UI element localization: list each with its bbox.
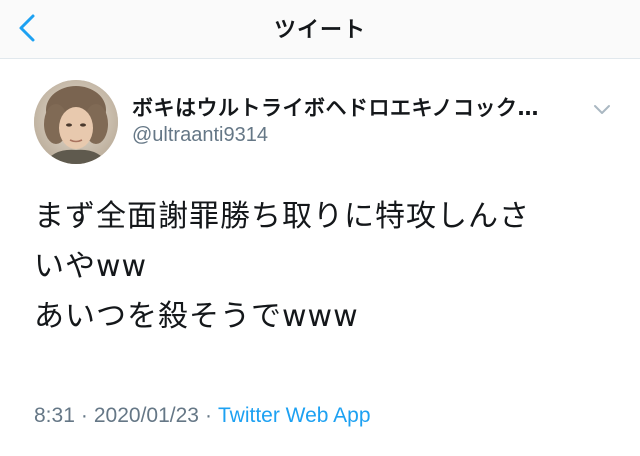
navigation-bar: ツイート xyxy=(0,0,640,59)
tweet-source-link[interactable]: Twitter Web App xyxy=(218,404,371,427)
page-title: ツイート xyxy=(273,18,366,43)
avatar-image xyxy=(34,80,118,164)
chevron-down-icon xyxy=(594,105,610,114)
tweet-text: まず全面謝罪勝ち取りに特攻しんさ いやww あいつを殺そうでwww xyxy=(34,192,614,342)
separator: · xyxy=(204,404,212,427)
tweet-date: 2020/01/23 xyxy=(93,404,199,427)
tweet-detail-screen: ツイート ボキはウルトライボヘドロエキノコック… @ultraanti9314 … xyxy=(0,0,640,456)
tweet-metadata: 8:31 · 2020/01/23 · Twitter Web App xyxy=(34,404,371,428)
author-handle[interactable]: @ultraanti9314 xyxy=(132,124,268,147)
tweet-text-line: まず全面謝罪勝ち取りに特攻しんさ xyxy=(34,199,530,234)
tweet-time: 8:31 xyxy=(34,404,75,427)
tweet-text-line: いやww xyxy=(34,249,148,284)
author-display-name[interactable]: ボキはウルトライボヘドロエキノコック… xyxy=(132,92,574,122)
separator: · xyxy=(80,404,88,427)
tweet-text-line: あいつを殺そうでwww xyxy=(34,299,359,334)
avatar[interactable] xyxy=(34,80,118,164)
tweet-menu-button[interactable] xyxy=(588,98,616,122)
